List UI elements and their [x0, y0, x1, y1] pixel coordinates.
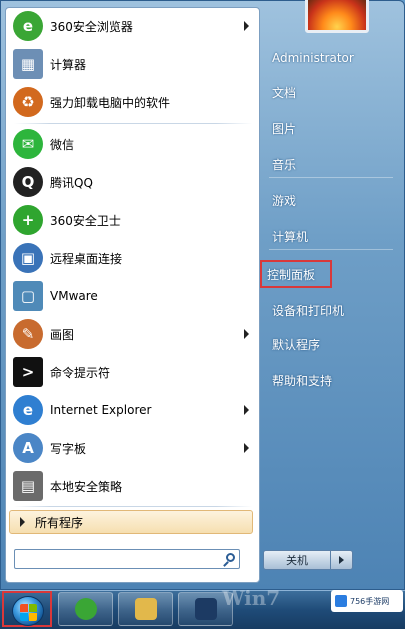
security-policy-icon: ▤: [13, 471, 43, 501]
right-menu-label: 文档: [272, 85, 297, 100]
shutdown-options-button[interactable]: [331, 550, 353, 570]
program-label: VMware: [50, 289, 98, 303]
right-menu-item[interactable]: 计算机: [267, 223, 397, 249]
right-menu-item[interactable]: 文档: [267, 79, 397, 105]
windows-watermark: Win7: [222, 586, 281, 610]
site-logo-icon: [335, 595, 347, 607]
start-button[interactable]: [2, 591, 52, 627]
shutdown-label: 关机: [286, 554, 308, 567]
qq-icon: Q: [13, 167, 43, 197]
program-item[interactable]: +360安全卫士: [8, 202, 257, 238]
search-icon[interactable]: [226, 553, 235, 562]
submenu-arrow-icon: [244, 443, 249, 453]
program-label: 强力卸载电脑中的软件: [50, 95, 171, 110]
right-menu-item[interactable]: 默认程序: [267, 331, 397, 357]
program-label: 腾讯QQ: [50, 175, 93, 190]
program-label: 本地安全策略: [50, 479, 123, 494]
program-label: Internet Explorer: [50, 403, 152, 417]
calculator-icon: ▦: [13, 49, 43, 79]
photoshop-icon: [195, 598, 217, 620]
program-item[interactable]: A 写字板: [8, 430, 257, 466]
program-item[interactable]: ♻ 强力卸载电脑中的软件: [8, 84, 257, 120]
site-watermark: 756手游网: [331, 590, 403, 612]
program-label: 360安全浏览器: [50, 19, 133, 34]
right-separator: [269, 249, 393, 250]
pinned-separator: [14, 123, 252, 124]
windows-logo-icon: [12, 596, 44, 626]
start-menu: e 360安全浏览器 ▦ 计算器 ♻ 强力卸载电脑中的软件 ✉ 微信 Q 腾讯QQ +360安全卫士…: [0, 0, 405, 590]
remote-desktop-icon: ▣: [13, 243, 43, 273]
program-label: 画图: [50, 327, 75, 342]
list-separator: [14, 506, 252, 507]
programs-pane: e 360安全浏览器 ▦ 计算器 ♻ 强力卸载电脑中的软件 ✉ 微信 Q 腾讯QQ +360安全卫士…: [5, 7, 260, 583]
internet-explorer-icon: e: [13, 395, 43, 425]
right-menu-label: 默认程序: [272, 337, 321, 352]
program-item[interactable]: ▢ VMware: [8, 278, 257, 314]
wordpad-icon: A: [13, 433, 43, 463]
file-explorer-icon: [135, 598, 157, 620]
right-menu-label: 帮助和支持: [272, 373, 333, 388]
search-box[interactable]: [14, 549, 240, 569]
right-menu-label: 计算机: [272, 229, 309, 244]
program-item[interactable]: ▤ 本地安全策略: [8, 468, 257, 504]
right-menu-item[interactable]: 设备和打印机: [267, 297, 397, 323]
right-menu-item[interactable]: 游戏: [267, 187, 397, 213]
right-menu-item[interactable]: 音乐: [267, 151, 397, 177]
360-browser-icon: [75, 598, 97, 620]
paint-icon: ✎: [13, 319, 43, 349]
uninstall-icon: ♻: [13, 87, 43, 117]
right-menu-label: 游戏: [272, 193, 297, 208]
program-label: 计算器: [50, 57, 87, 72]
taskbar-button[interactable]: [58, 592, 113, 626]
program-label: 写字板: [50, 441, 87, 456]
right-menu-item[interactable]: 图片: [267, 115, 397, 141]
program-item[interactable]: ✉ 微信: [8, 126, 257, 162]
right-menu-label: 图片: [272, 121, 297, 136]
program-item[interactable]: e Internet Explorer: [8, 392, 257, 428]
user-avatar[interactable]: [305, 0, 369, 33]
vmware-icon: ▢: [13, 281, 43, 311]
taskbar-button[interactable]: [118, 592, 173, 626]
program-item[interactable]: e 360安全浏览器: [8, 8, 257, 44]
program-item[interactable]: ▦ 计算器: [8, 46, 257, 82]
site-watermark-text: 756手游网: [350, 596, 390, 606]
right-menu-label: 控制面板: [267, 267, 316, 282]
right-menu-label: 设备和打印机: [272, 303, 345, 318]
triangle-right-icon: [20, 517, 25, 527]
program-label: 360安全卫士: [50, 213, 121, 228]
program-item[interactable]: > 命令提示符: [8, 354, 257, 390]
submenu-arrow-icon: [244, 329, 249, 339]
program-label: 微信: [50, 137, 75, 152]
right-separator: [269, 177, 393, 178]
shutdown-button[interactable]: 关机: [263, 550, 331, 570]
right-menu-item[interactable]: 帮助和支持: [267, 367, 397, 393]
wechat-icon: ✉: [13, 129, 43, 159]
all-programs-label: 所有程序: [35, 515, 84, 530]
all-programs-button[interactable]: 所有程序: [9, 510, 253, 534]
program-item[interactable]: ▣ 远程桌面连接: [8, 240, 257, 276]
right-menu-label: Administrator: [272, 51, 354, 65]
right-menu-item[interactable]: 控制面板: [260, 260, 332, 288]
submenu-arrow-icon: [244, 21, 249, 31]
right-menu-item[interactable]: Administrator: [267, 45, 397, 71]
360-safe-icon: +: [13, 205, 43, 235]
program-label: 命令提示符: [50, 365, 111, 380]
360-browser-icon: e: [13, 11, 43, 41]
program-label: 远程桌面连接: [50, 251, 123, 266]
submenu-arrow-icon: [244, 405, 249, 415]
program-item[interactable]: Q 腾讯QQ: [8, 164, 257, 200]
program-item[interactable]: ✎ 画图: [8, 316, 257, 352]
cmd-icon: >: [13, 357, 43, 387]
search-input[interactable]: [19, 551, 223, 569]
right-menu-label: 音乐: [272, 157, 297, 172]
